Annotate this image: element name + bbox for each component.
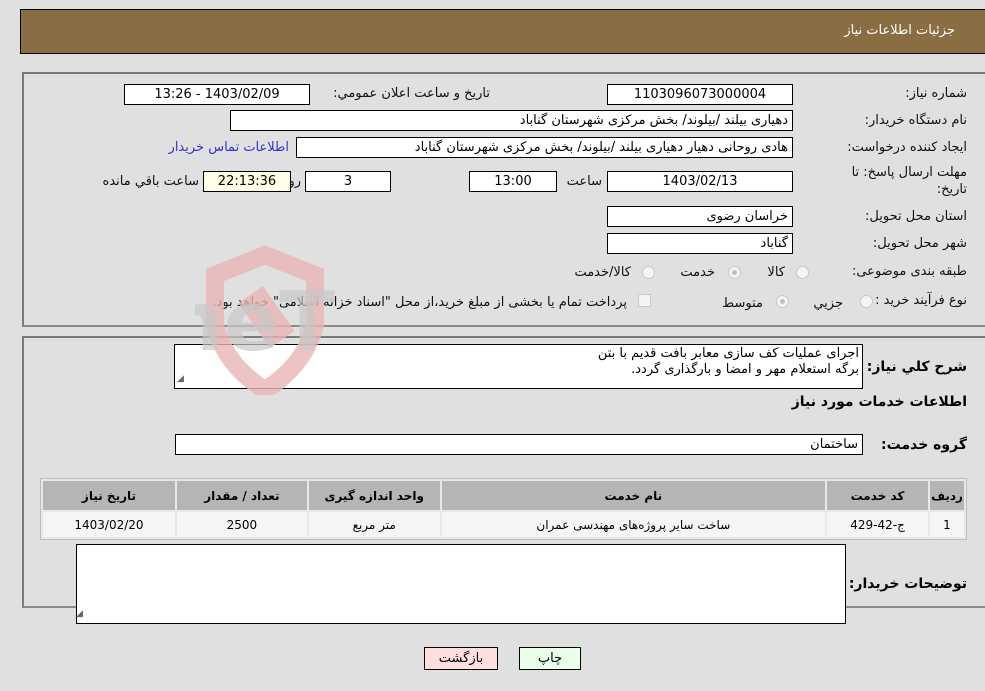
- table-header-row: رديف کد خدمت نام خدمت واحد اندازه گيری ت…: [43, 481, 964, 510]
- days-remaining-field: 3: [305, 171, 391, 192]
- need-number-field[interactable]: 1103096073000004: [607, 84, 793, 105]
- description-line-1: اجرای عملیات کف سازی معابر بافت قدیم با …: [597, 346, 859, 361]
- buyer-notes-label: توضيحات خريدار:: [848, 576, 967, 592]
- time-remaining-label: ساعت باقي مانده: [102, 174, 199, 189]
- deadline-time-label: ساعت: [566, 174, 602, 189]
- back-button[interactable]: بازگشت: [424, 647, 498, 670]
- col-unit: واحد اندازه گيری: [308, 481, 440, 510]
- category-goods-label: کالا: [767, 265, 785, 280]
- buyer-notes-textarea[interactable]: [76, 544, 846, 624]
- purchase-medium-radio[interactable]: [776, 295, 789, 308]
- service-details-panel: شرح کلي نياز: اجرای عملیات کف سازی معابر…: [22, 336, 985, 624]
- category-goods-service-radio[interactable]: [642, 266, 655, 279]
- cell-service-name: ساخت سایر پروژه‌های مهندسی عمران: [441, 512, 826, 537]
- services-heading: اطلاعات خدمات مورد نياز: [791, 394, 967, 410]
- service-group-label: گروه خدمت:: [881, 437, 967, 453]
- services-table: رديف کد خدمت نام خدمت واحد اندازه گيری ت…: [40, 478, 967, 540]
- print-button[interactable]: چاپ: [519, 647, 581, 670]
- cell-row-number: 1: [930, 512, 964, 537]
- category-service-label: خدمت: [680, 265, 715, 280]
- treasury-checkbox-label: پرداخت تمام يا بخشی از مبلغ خريد،از محل …: [212, 295, 627, 310]
- requester-label: ايجاد کننده درخواست:: [847, 140, 967, 155]
- city-field[interactable]: گناباد: [607, 233, 793, 254]
- resize-grip-icon[interactable]: ◢: [76, 609, 83, 619]
- buyer-org-field[interactable]: دهیاری بیلند /بیلوند/ بخش مرکزی شهرستان …: [230, 110, 793, 131]
- announce-datetime-field[interactable]: 1403/02/09 - 13:26: [124, 84, 310, 105]
- col-row-number: رديف: [930, 481, 964, 510]
- service-group-field[interactable]: ساختمان: [175, 434, 863, 455]
- resize-grip-icon[interactable]: ◢: [177, 371, 184, 387]
- category-label: طبقه بندی موضوعی:: [851, 264, 967, 279]
- announce-datetime-label: تاریخ و ساعت اعلان عمومي:: [333, 86, 490, 101]
- category-goods-service-label: کالا/خدمت: [574, 265, 631, 280]
- page-header: جزئیات اطلاعات نیاز: [20, 9, 985, 54]
- cell-quantity: 2500: [176, 512, 307, 537]
- description-label: شرح کلي نياز:: [866, 359, 967, 375]
- cell-service-code: ج-42-429: [827, 512, 928, 537]
- purchase-minor-label: جزيي: [813, 296, 843, 311]
- treasury-checkbox[interactable]: [638, 294, 651, 307]
- need-number-label: شماره نیاز:: [905, 86, 967, 101]
- page-title: جزئیات اطلاعات نیاز: [844, 23, 955, 38]
- province-field[interactable]: خراسان رضوی: [607, 206, 793, 227]
- table-row: 1 ج-42-429 ساخت سایر پروژه‌های مهندسی عم…: [43, 512, 964, 537]
- purchase-medium-label: متوسط: [722, 296, 763, 311]
- category-service-radio[interactable]: [728, 266, 741, 279]
- province-label: استان محل تحويل:: [865, 209, 967, 224]
- description-textarea[interactable]: اجرای عملیات کف سازی معابر بافت قدیم با …: [174, 344, 863, 389]
- col-service-name: نام خدمت: [441, 481, 826, 510]
- time-remaining-field: 22:13:36: [203, 171, 291, 192]
- col-quantity: تعداد / مقدار: [176, 481, 307, 510]
- category-goods-radio[interactable]: [796, 266, 809, 279]
- col-need-date: تاريخ نياز: [43, 481, 175, 510]
- cell-unit: متر مربع: [308, 512, 440, 537]
- buyer-org-label: نام دستگاه خريدار:: [864, 113, 967, 128]
- city-label: شهر محل تحويل:: [872, 236, 967, 251]
- need-info-panel: شماره نیاز: 1103096073000004 تاریخ و ساع…: [22, 72, 985, 327]
- cell-need-date: 1403/02/20: [43, 512, 175, 537]
- deadline-date-field[interactable]: 1403/02/13: [607, 171, 793, 192]
- buyer-contact-link[interactable]: اطلاعات تماس خريدار: [169, 140, 289, 155]
- requester-field[interactable]: هادی روحانی دهیار دهیاری بیلند /بیلوند/ …: [296, 137, 793, 158]
- deadline-time-field[interactable]: 13:00: [469, 171, 557, 192]
- description-line-2: برگه استعلام مهر و امضا و بارگذاری گردد.: [631, 362, 859, 377]
- col-service-code: کد خدمت: [827, 481, 928, 510]
- purchase-type-label: نوع فرآيند خريد :: [875, 293, 967, 308]
- deadline-label: مهلت ارسال پاسخ: تا تاريخ:: [851, 165, 967, 197]
- purchase-minor-radio[interactable]: [860, 295, 873, 308]
